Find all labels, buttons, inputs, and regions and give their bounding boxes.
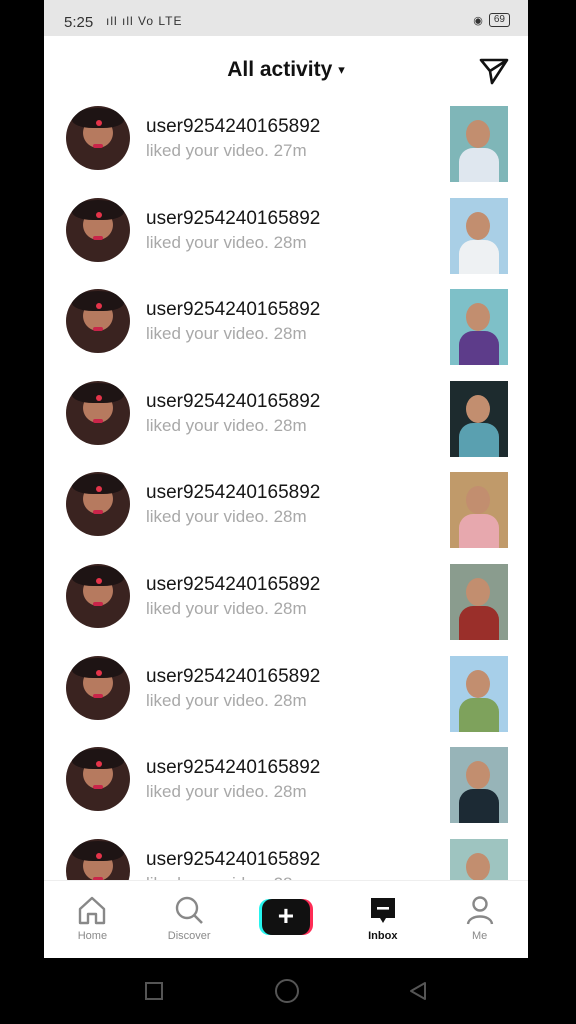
page-title: All activity bbox=[227, 58, 333, 81]
tab-me[interactable]: Me bbox=[431, 881, 528, 958]
avatar[interactable] bbox=[66, 197, 130, 262]
header: All activity ▾ bbox=[44, 36, 528, 106]
activity-row[interactable]: user9254240165892liked your video. 28m bbox=[44, 831, 528, 880]
activity-text: liked your video. 28m bbox=[146, 691, 307, 711]
activity-row[interactable]: user9254240165892 liked your video. 28m bbox=[44, 739, 528, 831]
tab-inbox[interactable]: Inbox bbox=[334, 881, 431, 958]
bottom-tab-bar: Home Discover + Inbox Me bbox=[44, 880, 528, 958]
activity-row[interactable]: user9254240165892 liked your video. 28m bbox=[44, 281, 528, 373]
avatar[interactable] bbox=[66, 563, 130, 628]
activity-username[interactable]: user9254240165892 bbox=[146, 574, 320, 596]
activity-row[interactable]: user9254240165892liked your video. 28m bbox=[44, 648, 528, 740]
activity-action: liked your video. bbox=[146, 598, 269, 618]
activity-text: liked your video. 28m bbox=[146, 507, 307, 527]
battery-indicator: 69 bbox=[488, 13, 510, 27]
system-nav-bar bbox=[0, 958, 576, 1024]
video-thumbnail[interactable] bbox=[450, 838, 508, 880]
activity-username[interactable]: user9254240165892 bbox=[146, 116, 320, 138]
avatar[interactable] bbox=[66, 747, 130, 812]
status-time: 5:25 bbox=[64, 14, 94, 31]
activity-action: liked your video. bbox=[146, 690, 269, 710]
activity-time: 28m bbox=[273, 782, 307, 802]
activity-text: liked your video. 28m bbox=[146, 324, 307, 344]
recent-apps-icon[interactable] bbox=[143, 980, 165, 1002]
tab-create[interactable]: + bbox=[238, 881, 335, 958]
back-icon[interactable] bbox=[407, 980, 429, 1002]
tab-me-label: Me bbox=[471, 930, 488, 942]
caret-down-icon: ▾ bbox=[338, 62, 345, 77]
video-thumbnail[interactable] bbox=[450, 197, 508, 274]
phone-screen: 5:25 ıll ıll Vo LTE ◉ 69 All activity ▾ u… bbox=[44, 0, 528, 958]
activity-time: 28m bbox=[273, 507, 307, 527]
activity-text: liked your video. 28m bbox=[146, 599, 307, 619]
activity-row[interactable]: user9254240165892liked your video. 28m bbox=[44, 373, 528, 465]
send-dm-icon[interactable] bbox=[478, 56, 510, 86]
video-thumbnail[interactable] bbox=[450, 106, 508, 182]
search-icon bbox=[175, 896, 204, 924]
activity-row[interactable]: user9254240165892liked your video. 28m bbox=[44, 190, 528, 282]
activity-action: liked your video. bbox=[146, 324, 269, 344]
activity-username[interactable]: user9254240165892 bbox=[146, 391, 320, 413]
create-plus-icon: + bbox=[258, 899, 313, 935]
activity-username[interactable]: user9254240165892 bbox=[146, 482, 320, 504]
home-icon bbox=[79, 896, 106, 925]
activity-time: 28m bbox=[273, 690, 307, 710]
activity-action: liked your video. bbox=[146, 232, 269, 252]
video-thumbnail[interactable] bbox=[450, 747, 508, 824]
avatar[interactable] bbox=[66, 472, 130, 537]
activity-text: liked your video. 28m bbox=[146, 233, 307, 253]
activity-text: liked your video. 27m bbox=[146, 141, 307, 161]
signal-indicator: ıll ıll Vo LTE bbox=[106, 14, 183, 28]
activity-action: liked your video. bbox=[146, 782, 269, 802]
activity-text: liked your video. 28m bbox=[146, 416, 307, 436]
activity-time: 28m bbox=[273, 598, 307, 618]
tab-discover-label: Discover bbox=[167, 930, 211, 942]
activity-action: liked your video. bbox=[146, 141, 269, 160]
activity-row[interactable]: user9254240165892 liked your video. 28m bbox=[44, 464, 528, 556]
video-thumbnail[interactable] bbox=[450, 655, 508, 732]
activity-filter-dropdown[interactable]: All activity ▾ bbox=[44, 58, 528, 82]
tab-inbox-label: Inbox bbox=[368, 930, 398, 942]
activity-time: 28m bbox=[273, 232, 307, 252]
activity-username[interactable]: user9254240165892 bbox=[146, 208, 320, 230]
video-thumbnail[interactable] bbox=[450, 472, 508, 549]
activity-row[interactable]: user9254240165892 liked your video. 27m bbox=[44, 98, 528, 190]
video-thumbnail[interactable] bbox=[450, 380, 508, 457]
activity-time: 28m bbox=[273, 415, 307, 435]
rotation-lock-icon: ◉ bbox=[473, 14, 483, 27]
avatar[interactable] bbox=[66, 289, 130, 354]
activity-username[interactable]: user9254240165892 bbox=[146, 757, 320, 779]
system-home-icon[interactable] bbox=[274, 978, 300, 1004]
inbox-icon bbox=[370, 898, 395, 923]
activity-username[interactable]: user9254240165892 bbox=[146, 666, 320, 688]
video-thumbnail[interactable] bbox=[450, 563, 508, 640]
avatar[interactable] bbox=[66, 380, 130, 445]
avatar[interactable] bbox=[66, 838, 130, 880]
avatar[interactable] bbox=[66, 655, 130, 720]
activity-row[interactable]: user9254240165892liked your video. 28m bbox=[44, 556, 528, 648]
profile-icon bbox=[466, 896, 493, 925]
tab-home[interactable]: Home bbox=[44, 881, 141, 958]
activity-action: liked your video. bbox=[146, 415, 269, 435]
video-thumbnail[interactable] bbox=[450, 289, 508, 366]
avatar[interactable] bbox=[66, 106, 130, 170]
activity-list[interactable]: user9254240165892 liked your video. 27m us… bbox=[44, 98, 528, 880]
activity-username[interactable]: user9254240165892 bbox=[146, 299, 320, 321]
activity-username[interactable]: user9254240165892 bbox=[146, 849, 320, 871]
activity-action: liked your video. bbox=[146, 507, 269, 527]
activity-time: 28m bbox=[273, 324, 307, 344]
activity-text: liked your video. 28m bbox=[146, 782, 307, 802]
tab-discover[interactable]: Discover bbox=[141, 881, 238, 958]
status-bar: 5:25 ıll ıll Vo LTE ◉ 69 bbox=[44, 0, 528, 36]
activity-time: 27m bbox=[273, 141, 307, 160]
tab-home-label: Home bbox=[77, 930, 108, 942]
status-right: ◉ 69 bbox=[473, 13, 510, 27]
